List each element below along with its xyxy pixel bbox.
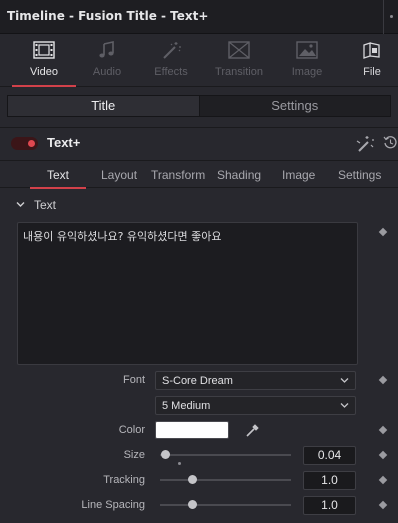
chevron-down-icon	[340, 403, 349, 408]
tab-image-label: Image	[291, 66, 323, 78]
keyframe-diamond-icon[interactable]	[379, 476, 387, 484]
tracking-value-field[interactable]: 1.0	[303, 471, 356, 490]
tab-audio-label: Audio	[92, 66, 122, 78]
tab-file[interactable]: File	[340, 35, 398, 83]
keyframe-diamond-icon[interactable]	[379, 451, 387, 459]
subtab-layout[interactable]: Layout	[101, 168, 137, 182]
keyframe-diamond-icon[interactable]	[379, 228, 387, 236]
tool-header: Text+	[0, 127, 398, 158]
line-spacing-slider-handle[interactable]	[188, 500, 198, 509]
text-section-header[interactable]: Text	[0, 197, 398, 215]
subtab-shading[interactable]: Shading	[217, 168, 261, 182]
subtab-image[interactable]: Image	[282, 168, 315, 182]
line-spacing-value-field[interactable]: 1.0	[303, 496, 356, 515]
subtab-text[interactable]: Text	[47, 168, 69, 182]
line-spacing-label: Line Spacing	[81, 499, 145, 511]
size-label: Size	[123, 449, 145, 461]
title-settings-switch: Title Settings	[7, 95, 391, 117]
settings-tab-button[interactable]: Settings	[200, 96, 391, 116]
tracking-slider-track[interactable]	[160, 479, 291, 481]
music-note-icon	[99, 41, 114, 58]
magic-wand-icon[interactable]	[354, 133, 376, 153]
tab-transition-label: Transition	[215, 66, 263, 78]
panel-options-button[interactable]	[383, 0, 398, 34]
subtab-transform[interactable]: Transform	[151, 168, 205, 182]
active-subtab-indicator	[30, 187, 86, 189]
line-spacing-slider-track[interactable]	[160, 504, 291, 506]
tab-transition[interactable]: Transition	[207, 35, 271, 83]
font-label: Font	[122, 374, 145, 386]
window-title: Timeline - Fusion Title - Text+	[7, 9, 209, 23]
default-value-marker	[178, 462, 181, 465]
tab-audio[interactable]: Audio	[75, 35, 139, 83]
chevron-down-icon	[340, 378, 349, 383]
title-tab-button[interactable]: Title	[8, 96, 200, 116]
tab-effects[interactable]: Effects	[139, 35, 203, 83]
size-value-field[interactable]: 0.04	[303, 446, 356, 465]
tracking-slider-handle[interactable]	[188, 475, 198, 484]
font-family-select[interactable]: S-Core Dream	[155, 371, 356, 390]
reset-icon[interactable]	[383, 135, 398, 150]
font-style-value: 5 Medium	[162, 400, 211, 412]
tool-enable-toggle[interactable]	[11, 137, 38, 150]
tab-video-label: Video	[30, 66, 58, 78]
size-slider-track[interactable]	[160, 454, 291, 456]
tool-name: Text+	[47, 135, 81, 150]
transition-icon	[228, 41, 250, 59]
color-swatch[interactable]	[155, 421, 229, 439]
file-icon	[363, 42, 380, 59]
film-icon	[33, 41, 55, 59]
keyframe-diamond-icon[interactable]	[379, 501, 387, 509]
section-label: Text	[34, 198, 57, 212]
eyedropper-icon[interactable]	[245, 423, 260, 438]
chevron-down-icon	[16, 202, 25, 207]
image-icon	[296, 41, 318, 59]
font-family-value: S-Core Dream	[162, 375, 233, 387]
tracking-label: Tracking	[103, 474, 145, 486]
tab-file-label: File	[363, 66, 381, 78]
size-slider-handle[interactable]	[160, 450, 170, 459]
color-label: Color	[118, 424, 145, 436]
magic-wand-icon	[163, 42, 181, 59]
tab-effects-label: Effects	[154, 66, 188, 78]
keyframe-diamond-icon[interactable]	[379, 426, 387, 434]
window-title-bar: Timeline - Fusion Title - Text+	[0, 0, 398, 34]
inspector-sub-tabs: Text Layout Transform Shading Image Sett…	[0, 160, 398, 189]
styled-text-input[interactable]: 내용이 유익하셨나요? 유익하셨다면 좋아요	[17, 222, 358, 365]
tab-video[interactable]: Video	[12, 35, 76, 87]
tab-image[interactable]: Image	[275, 35, 339, 83]
font-style-select[interactable]: 5 Medium	[155, 396, 356, 415]
category-tabs: Video Audio Effects Transition Image Fil…	[0, 35, 398, 87]
keyframe-diamond-icon[interactable]	[379, 376, 387, 384]
subtab-settings[interactable]: Settings	[338, 168, 381, 182]
